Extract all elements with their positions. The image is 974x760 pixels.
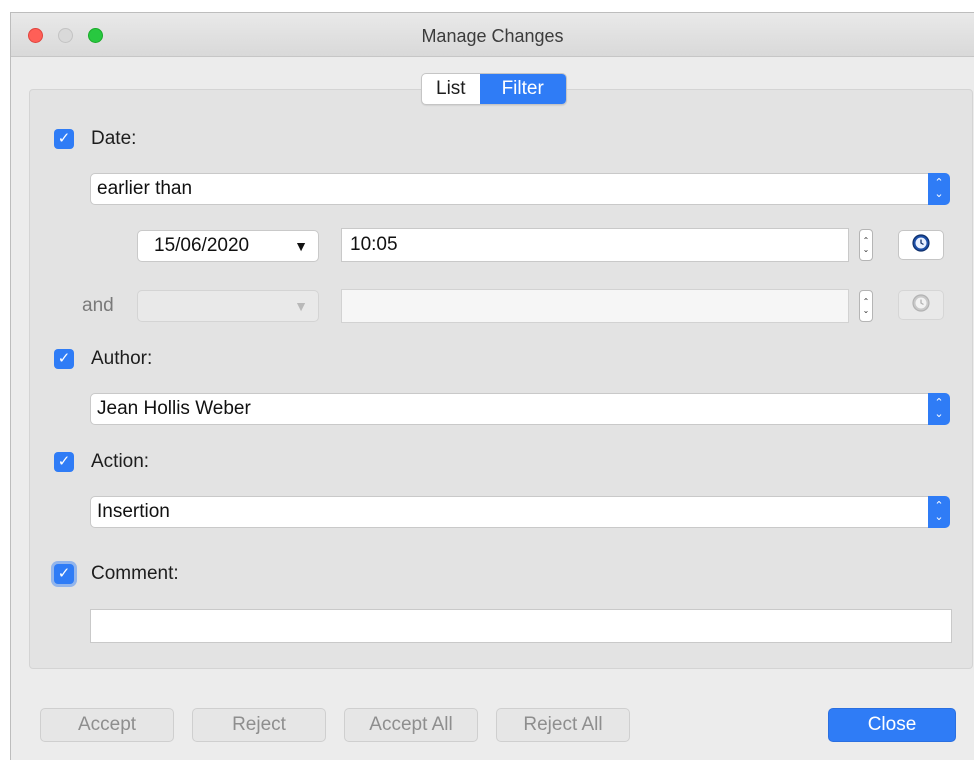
second-time-stepper[interactable]: ⌃ ⌄ — [859, 290, 873, 322]
author-label: Author: — [91, 348, 153, 369]
set-second-time-button[interactable] — [898, 290, 944, 320]
author-value: Jean Hollis Weber — [97, 398, 251, 419]
accept-all-button[interactable]: Accept All — [344, 708, 478, 742]
dropdown-arrow-icon: ▼ — [294, 298, 308, 314]
checkmark-icon: ✓ — [57, 565, 71, 582]
checkmark-icon: ✓ — [57, 350, 71, 367]
set-time-button[interactable] — [898, 230, 944, 260]
up-down-chevron-icon: ⌃ ⌄ — [928, 496, 950, 528]
clock-icon — [911, 293, 931, 318]
manage-changes-window: Manage Changes List Filter ✓ Date: earli… — [10, 12, 974, 760]
reject-button[interactable]: Reject — [192, 708, 326, 742]
second-date-picker[interactable]: ▼ — [137, 290, 319, 322]
date-condition-value: earlier than — [97, 178, 193, 199]
tab-bar: List Filter — [421, 73, 567, 105]
author-select[interactable]: Jean Hollis Weber ⌃ ⌄ — [90, 393, 950, 425]
and-label: and — [82, 295, 114, 316]
tab-list[interactable]: List — [422, 74, 480, 104]
up-down-chevron-icon: ⌃ ⌄ — [928, 173, 950, 205]
time-stepper[interactable]: ⌃ ⌄ — [859, 229, 873, 261]
close-button[interactable]: Close — [828, 708, 956, 742]
comment-label: Comment: — [91, 563, 179, 584]
action-checkbox[interactable]: ✓ — [54, 452, 74, 472]
tab-filter[interactable]: Filter — [479, 74, 566, 104]
dropdown-arrow-icon: ▼ — [294, 238, 308, 254]
filter-panel: ✓ Date: earlier than ⌃ ⌄ 15/06/2020 ▼ 10:… — [29, 89, 973, 669]
comment-input[interactable] — [90, 609, 952, 643]
date-picker[interactable]: 15/06/2020 ▼ — [137, 230, 319, 262]
checkmark-icon: ✓ — [57, 453, 71, 470]
title-bar: Manage Changes — [11, 13, 974, 57]
up-down-chevron-icon: ⌃ ⌄ — [928, 393, 950, 425]
second-time-input[interactable] — [341, 289, 849, 323]
action-select[interactable]: Insertion ⌃ ⌄ — [90, 496, 950, 528]
action-label: Action: — [91, 451, 150, 472]
window-title: Manage Changes — [421, 26, 564, 46]
date-condition-select[interactable]: earlier than ⌃ ⌄ — [90, 173, 950, 205]
time-input[interactable]: 10:05 — [341, 228, 849, 262]
time-value: 10:05 — [350, 234, 398, 255]
date-value: 15/06/2020 — [154, 235, 250, 256]
action-value: Insertion — [97, 501, 170, 522]
reject-all-button[interactable]: Reject All — [496, 708, 630, 742]
date-checkbox[interactable]: ✓ — [54, 129, 74, 149]
checkmark-icon: ✓ — [57, 130, 71, 147]
accept-button[interactable]: Accept — [40, 708, 174, 742]
date-label: Date: — [91, 128, 137, 149]
author-checkbox[interactable]: ✓ — [54, 349, 74, 369]
clock-icon — [911, 233, 931, 258]
comment-checkbox[interactable]: ✓ — [54, 564, 74, 584]
